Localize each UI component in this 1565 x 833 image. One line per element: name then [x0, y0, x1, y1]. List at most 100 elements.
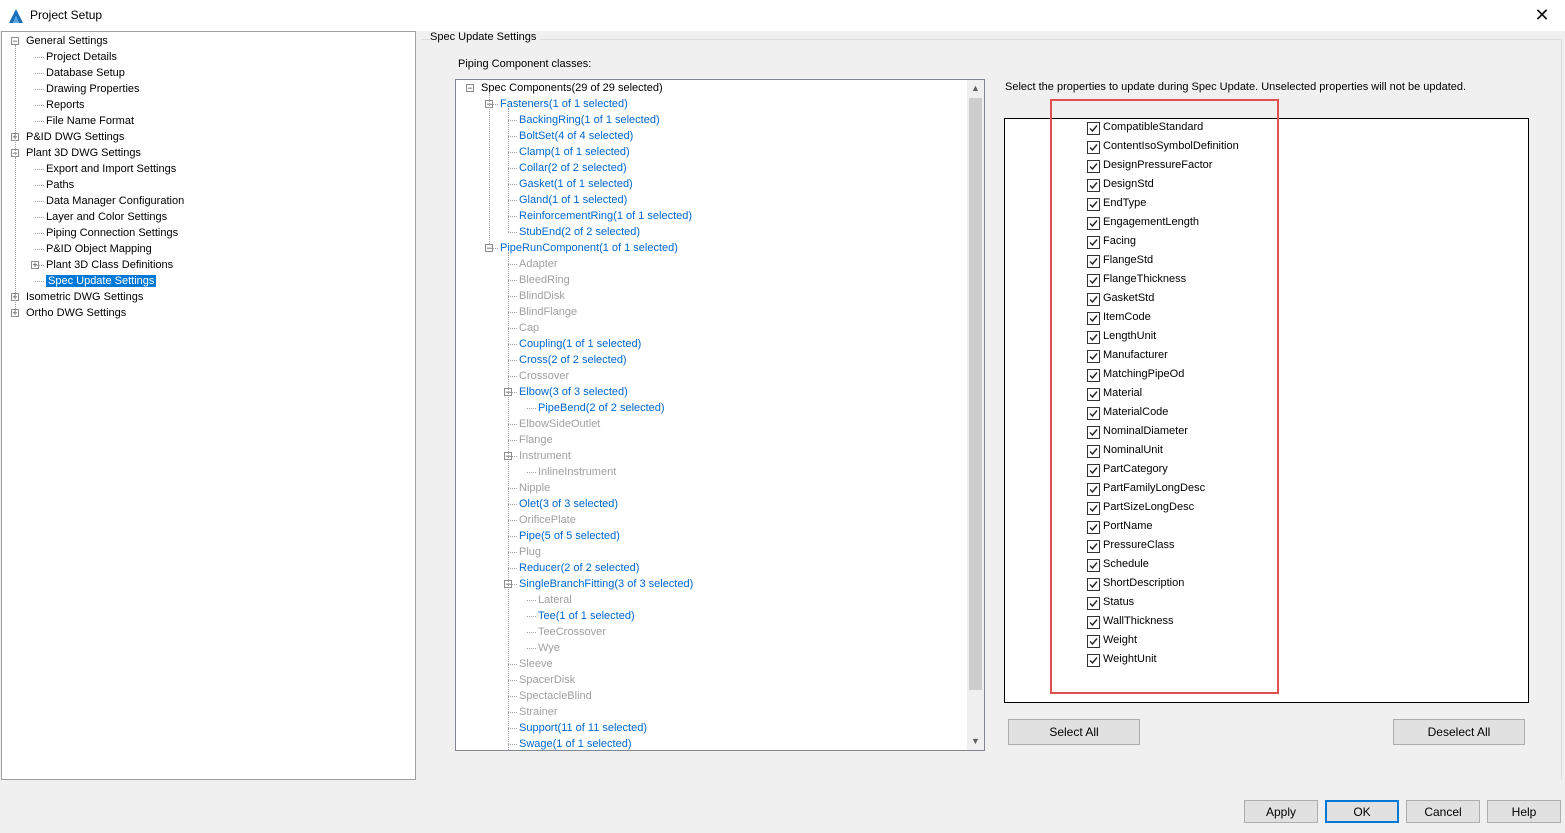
class-tree-item[interactable]: Swage(1 of 1 selected) [519, 736, 632, 752]
nav-tree-item[interactable]: General Settings [26, 33, 108, 49]
collapse-minus-icon[interactable]: − [466, 84, 474, 93]
class-tree-item[interactable]: InlineInstrument [538, 464, 616, 480]
tree-connector [508, 440, 517, 441]
class-tree-item[interactable]: Elbow(3 of 3 selected) [519, 384, 628, 400]
nav-tree-item[interactable]: Reports [46, 97, 85, 113]
class-tree-item[interactable]: OrificePlate [519, 512, 576, 528]
class-tree-item[interactable]: Crossover [519, 368, 569, 384]
nav-tree-item[interactable]: Database Setup [46, 65, 125, 81]
tree-connector [508, 680, 517, 681]
nav-tree-item[interactable]: Piping Connection Settings [46, 225, 178, 241]
tree-connector [508, 296, 517, 297]
class-tree-item[interactable]: BackingRing(1 of 1 selected) [519, 112, 660, 128]
tree-connector [508, 184, 517, 185]
class-tree-item[interactable]: ElbowSideOutlet [519, 416, 600, 432]
class-tree-item[interactable]: Flange [519, 432, 553, 448]
class-tree-item[interactable]: Coupling(1 of 1 selected) [519, 336, 641, 352]
class-tree-item[interactable]: Nipple [519, 480, 550, 496]
class-tree-item[interactable]: SpectacleBlind [519, 688, 592, 704]
class-tree-item[interactable]: Sleeve [519, 656, 553, 672]
nav-tree-label: Isometric DWG Settings [26, 291, 144, 303]
nav-tree-item[interactable]: Project Details [46, 49, 117, 65]
nav-tree-item[interactable]: Layer and Color Settings [46, 209, 167, 225]
nav-tree-item[interactable]: Ortho DWG Settings [26, 305, 126, 321]
tree-connector [527, 632, 536, 633]
class-tree-item[interactable]: Wye [538, 640, 560, 656]
scroll-up-icon[interactable]: ▲ [967, 80, 984, 97]
tree-connector [35, 185, 44, 186]
class-tree-item[interactable]: Fasteners(1 of 1 selected) [500, 96, 628, 112]
class-tree-item[interactable]: Strainer [519, 704, 558, 720]
class-tree-item[interactable]: Olet(3 of 3 selected) [519, 496, 618, 512]
class-tree-item[interactable]: Pipe(5 of 5 selected) [519, 528, 620, 544]
tree-connector [489, 92, 490, 244]
nav-tree-item[interactable]: P&ID Object Mapping [46, 241, 152, 257]
tree-connector [508, 664, 517, 665]
scroll-down-icon[interactable]: ▼ [967, 733, 984, 750]
tree-connector [508, 536, 517, 537]
class-tree-item[interactable]: Cross(2 of 2 selected) [519, 352, 627, 368]
select-all-button[interactable]: Select All [1008, 719, 1140, 745]
nav-tree-label: Layer and Color Settings [46, 211, 168, 223]
class-tree-item[interactable]: Reducer(2 of 2 selected) [519, 560, 639, 576]
tree-connector [508, 216, 517, 217]
nav-tree-label: P&ID DWG Settings [26, 131, 125, 143]
class-tree-item[interactable]: PipeBend(2 of 2 selected) [538, 400, 665, 416]
nav-tree-label: Data Manager Configuration [46, 195, 185, 207]
class-tree-item[interactable]: Plug [519, 544, 541, 560]
class-tree-item[interactable]: Clamp(1 of 1 selected) [519, 144, 630, 160]
class-tree-item[interactable]: Support(11 of 11 selected) [519, 720, 647, 736]
tree-connector [35, 249, 44, 250]
nav-tree-item[interactable]: Spec Update Settings [46, 273, 157, 289]
class-tree-item[interactable]: StubEnd(2 of 2 selected) [519, 224, 640, 240]
tree-connector [527, 472, 536, 473]
help-button[interactable]: Help [1487, 800, 1561, 823]
class-tree-item[interactable]: Collar(2 of 2 selected) [519, 160, 627, 176]
autocad-plant-logo-icon [8, 8, 24, 24]
tree-connector [489, 104, 498, 105]
nav-tree-item[interactable]: Isometric DWG Settings [26, 289, 143, 305]
cancel-button[interactable]: Cancel [1406, 800, 1480, 823]
class-tree-item[interactable]: Instrument [519, 448, 571, 464]
apply-button[interactable]: Apply [1244, 800, 1318, 823]
nav-tree-item[interactable]: Paths [46, 177, 74, 193]
tree-connector [527, 600, 536, 601]
class-tree-item[interactable]: ReinforcementRing(1 of 1 selected) [519, 208, 692, 224]
scroll-thumb[interactable] [969, 98, 982, 690]
tree-connector [508, 200, 517, 201]
properties-description: Select the properties to update during S… [1005, 81, 1467, 93]
class-tree-item[interactable]: Gland(1 of 1 selected) [519, 192, 627, 208]
nav-tree-item[interactable]: Drawing Properties [46, 81, 140, 97]
tree-connector [527, 616, 536, 617]
class-tree-item[interactable]: Tee(1 of 1 selected) [538, 608, 635, 624]
nav-tree-label: Paths [46, 179, 75, 191]
deselect-all-button[interactable]: Deselect All [1393, 719, 1525, 745]
nav-tree-item[interactable]: Plant 3D DWG Settings [26, 145, 141, 161]
tree-connector [508, 136, 517, 137]
nav-tree-item[interactable]: Plant 3D Class Definitions [46, 257, 173, 273]
class-tree-item[interactable]: Spec Components(29 of 29 selected) [481, 80, 663, 96]
ok-button[interactable]: OK [1325, 800, 1399, 823]
class-tree-item[interactable]: BleedRing [519, 272, 570, 288]
class-tree-item[interactable]: SingleBranchFitting(3 of 3 selected) [519, 576, 693, 592]
class-tree-item[interactable]: BlindDisk [519, 288, 565, 304]
class-tree-item[interactable]: TeeCrossover [538, 624, 606, 640]
nav-tree-item[interactable]: Export and Import Settings [46, 161, 176, 177]
close-icon[interactable]: ✕ [1530, 3, 1554, 27]
class-tree-item[interactable]: BoltSet(4 of 4 selected) [519, 128, 633, 144]
class-tree-item[interactable]: SpacerDisk [519, 672, 575, 688]
class-tree-item[interactable]: Adapter [519, 256, 558, 272]
class-tree-item[interactable]: Cap [519, 320, 539, 336]
nav-tree-item[interactable]: Data Manager Configuration [46, 193, 184, 209]
tree-connector [508, 696, 517, 697]
collapse-minus-icon[interactable]: − [11, 37, 19, 46]
tree-connector [508, 252, 509, 750]
class-tree-item[interactable]: BlindFlange [519, 304, 577, 320]
class-tree-item[interactable]: Lateral [538, 592, 572, 608]
nav-tree-item[interactable]: P&ID DWG Settings [26, 129, 124, 145]
class-tree-item[interactable]: Gasket(1 of 1 selected) [519, 176, 633, 192]
class-tree-item[interactable]: PipeRunComponent(1 of 1 selected) [500, 240, 678, 256]
tree-connector [508, 456, 517, 457]
nav-tree-label: P&ID Object Mapping [46, 243, 152, 255]
nav-tree-item[interactable]: File Name Format [46, 113, 134, 129]
